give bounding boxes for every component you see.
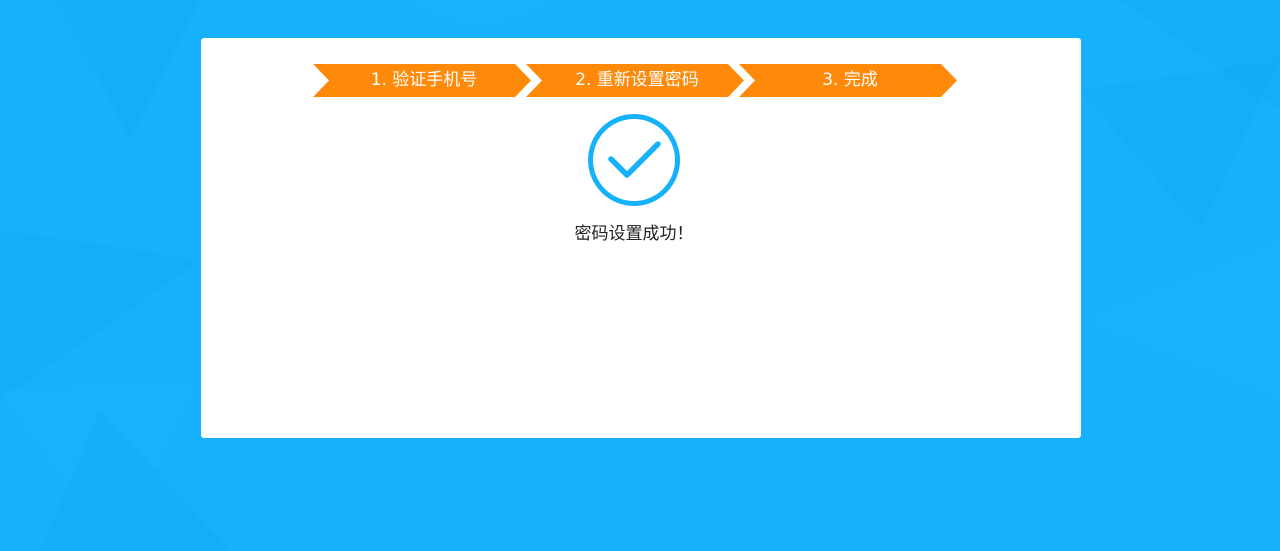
page-background: 1. 验证手机号 2. 重新设置密码 3. 完成 密码设置成功！ bbox=[0, 0, 1280, 551]
success-message: 密码设置成功！ bbox=[574, 224, 694, 244]
check-circle-icon bbox=[587, 113, 681, 207]
step-label: 2. 重新设置密码 bbox=[575, 70, 699, 90]
progress-steps: 1. 验证手机号 2. 重新设置密码 3. 完成 bbox=[313, 64, 957, 97]
step-complete: 3. 完成 bbox=[739, 64, 957, 97]
content-card: 1. 验证手机号 2. 重新设置密码 3. 完成 密码设置成功！ bbox=[201, 38, 1081, 438]
step-label: 3. 完成 bbox=[822, 70, 878, 90]
step-reset-password: 2. 重新设置密码 bbox=[526, 64, 744, 97]
step-label: 1. 验证手机号 bbox=[370, 70, 478, 90]
step-verify-phone: 1. 验证手机号 bbox=[313, 64, 531, 97]
